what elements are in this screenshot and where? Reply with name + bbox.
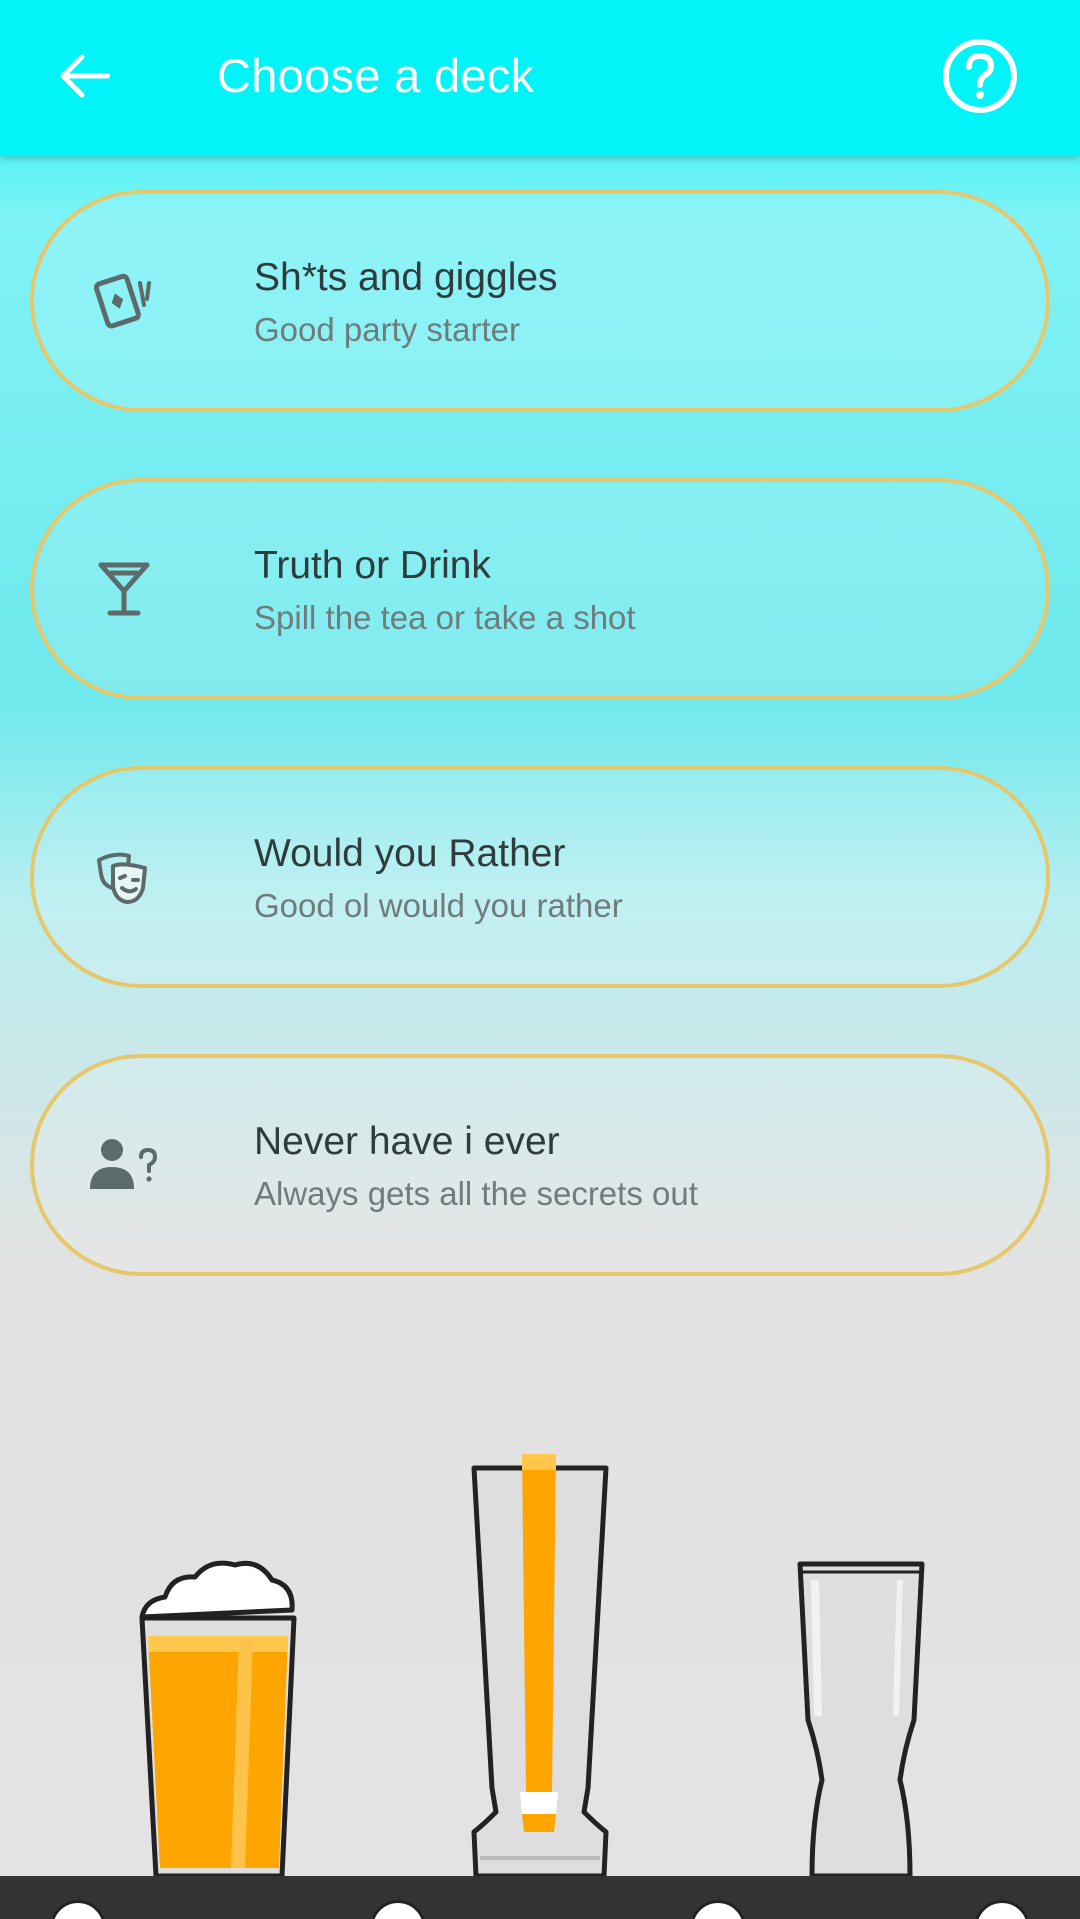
deck-subtitle: Always gets all the secrets out [254, 1175, 698, 1212]
deck-title: Would you Rather [254, 832, 566, 875]
deck-icon-container [88, 841, 160, 913]
page-title: Choose a deck [217, 49, 535, 102]
help-button[interactable] [940, 36, 1020, 116]
person-question-icon [90, 1139, 158, 1189]
deck-title: Sh*ts and giggles [254, 256, 558, 299]
deck-card-truth-or-drink[interactable]: Truth or Drink Spill the tea or take a s… [30, 478, 1050, 700]
deck-card-shots-and-giggles[interactable]: Sh*ts and giggles Good party starter [30, 190, 1050, 412]
beer-glass-illustration [139, 1560, 297, 1879]
deck-title: Truth or Drink [254, 544, 491, 587]
back-button[interactable] [48, 40, 120, 112]
deck-subtitle: Good ol would you rather [254, 887, 623, 924]
deck-subtitle: Good party starter [254, 311, 520, 348]
deck-icon-container [88, 265, 160, 337]
pilsner-glass-illustration [471, 1454, 609, 1879]
help-circle-icon [943, 39, 1017, 113]
cards-icon [93, 273, 151, 329]
weizen-glass-illustration [797, 1561, 925, 1879]
glasses-illustration [139, 1454, 925, 1879]
deck-icon-container [88, 1129, 160, 1201]
bottom-strip [0, 1876, 1080, 1919]
bottom-circle [974, 1900, 1030, 1919]
cocktail-glass-icon [98, 562, 150, 616]
bottom-circle [370, 1900, 426, 1919]
deck-title: Never have i ever [254, 1120, 560, 1163]
app-bar: Choose a deck [0, 0, 1080, 156]
theater-masks-icon [97, 852, 147, 904]
bottom-circle [690, 1900, 746, 1919]
deck-icon-container [88, 553, 160, 625]
arrow-left-icon [60, 54, 110, 98]
bottom-circle [50, 1900, 106, 1919]
deck-card-would-you-rather[interactable]: Would you Rather Good ol would you rathe… [30, 766, 1050, 988]
deck-card-never-have-i-ever[interactable]: Never have i ever Always gets all the se… [30, 1054, 1050, 1276]
deck-subtitle: Spill the tea or take a shot [254, 599, 636, 636]
